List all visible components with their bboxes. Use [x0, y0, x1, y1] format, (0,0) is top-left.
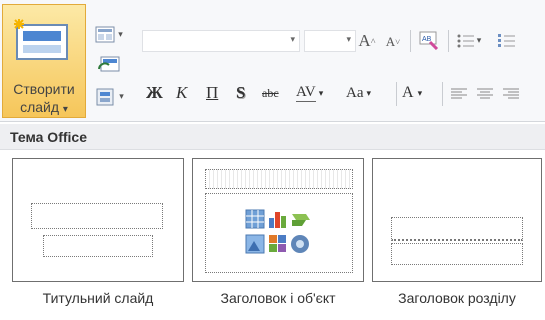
separator	[442, 82, 443, 106]
clear-format-icon: AB	[419, 31, 439, 50]
grow-font-button[interactable]: A ˄	[356, 30, 378, 52]
italic-icon: К	[176, 83, 188, 102]
shrink-font-icon: A	[385, 34, 396, 49]
section-icon	[96, 88, 114, 106]
new-slide-label-2: слайд ▾	[3, 99, 85, 115]
bullets-button[interactable]: ▾	[452, 30, 486, 52]
font-size-chevron-icon: ▾	[346, 35, 351, 45]
text-placeholder	[391, 243, 523, 265]
font-color-button[interactable]: A ▾	[402, 80, 438, 106]
character-spacing-button[interactable]: AV ▾	[296, 80, 342, 106]
change-case-button[interactable]: Aa ▾	[346, 80, 392, 106]
font-color-chevron-icon: ▾	[417, 87, 423, 98]
new-slide-label-text: слайд	[20, 99, 60, 115]
gallery-header: Тема Office	[0, 124, 545, 150]
char-spacing-icon: AV	[296, 84, 316, 102]
align-right-icon	[503, 88, 519, 99]
bold-icon: Ж	[146, 83, 163, 102]
align-center-icon	[477, 88, 493, 99]
grow-font-icon: A	[358, 31, 371, 50]
align-left-icon	[451, 88, 467, 99]
subtitle-placeholder	[43, 235, 153, 257]
underline-button[interactable]: П	[206, 80, 230, 106]
theme-title: Тема Office	[10, 129, 87, 145]
strikethrough-icon: abc	[262, 85, 279, 100]
layout-thumbnail-title-content[interactable]	[192, 158, 364, 282]
new-slide-chevron-icon: ▾	[62, 104, 68, 115]
shadow-icon: S	[236, 83, 246, 102]
numbered-list-icon	[498, 34, 515, 47]
title-placeholder	[391, 217, 523, 241]
bullets-chevron-icon: ▾	[476, 36, 482, 46]
strikethrough-button[interactable]: abc	[262, 80, 292, 106]
change-case-icon: Aa	[346, 84, 364, 101]
new-slide-icon	[14, 19, 68, 60]
align-left-button[interactable]	[448, 82, 470, 106]
bullet-list-icon	[457, 34, 474, 48]
reset-icon	[98, 56, 120, 72]
font-name-chevron-icon: ▾	[290, 35, 295, 45]
align-right-button[interactable]	[500, 82, 522, 106]
shrink-font-button[interactable]: A ˅	[382, 32, 404, 52]
text-shadow-button[interactable]: S	[236, 80, 258, 106]
layout-chevron-icon: ▾	[118, 30, 123, 40]
font-color-icon: A	[402, 84, 414, 101]
layout-caption: Заголовок і об'єкт	[220, 290, 336, 306]
underline-icon: П	[206, 83, 219, 102]
content-placeholder	[205, 193, 353, 273]
change-case-chevron-icon: ▾	[366, 87, 372, 98]
reset-button[interactable]	[92, 52, 126, 78]
font-size-combo[interactable]: ▾	[304, 30, 356, 52]
title-placeholder	[31, 203, 163, 229]
font-name-combo[interactable]: ▾	[142, 30, 300, 52]
separator	[448, 30, 449, 52]
ribbon: Створити слайд ▾ ▾ ▾ ▾ ▾ A ˄ A ˅ AB ▾ Ж …	[0, 0, 545, 122]
align-center-button[interactable]	[474, 82, 496, 106]
bold-button[interactable]: Ж	[146, 80, 170, 106]
new-slide-button[interactable]: Створити слайд ▾	[2, 4, 86, 118]
char-spacing-chevron-icon: ▾	[318, 87, 324, 98]
title-placeholder	[205, 169, 353, 189]
layout-caption: Заголовок розділу	[398, 290, 516, 306]
layout-icon	[95, 26, 115, 43]
content-insert-icons	[245, 209, 310, 254]
numbering-button[interactable]	[490, 30, 524, 52]
layout-button[interactable]: ▾	[92, 22, 126, 48]
italic-button[interactable]: К	[176, 80, 200, 106]
clear-format-button[interactable]: AB	[416, 28, 442, 52]
separator	[410, 30, 411, 52]
layout-thumbnail-title-slide[interactable]	[12, 158, 184, 282]
new-slide-label: Створити	[13, 81, 75, 97]
separator	[396, 82, 397, 106]
section-chevron-icon: ▾	[119, 92, 124, 102]
layout-thumbnail-section-header[interactable]	[372, 158, 542, 282]
section-button[interactable]: ▾	[92, 84, 126, 110]
layout-caption: Титульний слайд	[42, 290, 154, 306]
